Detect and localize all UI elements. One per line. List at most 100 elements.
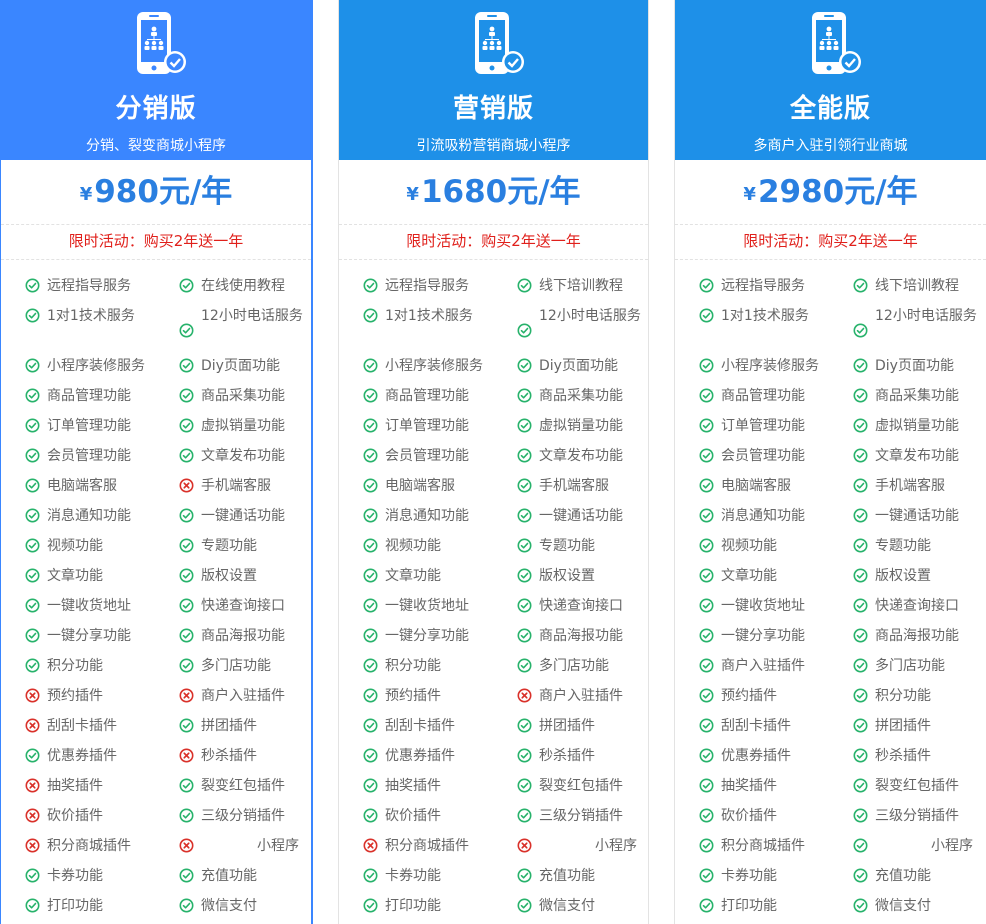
check-circle-icon <box>853 418 868 433</box>
feature-item: 专题功能 <box>179 536 303 556</box>
feature-item: 远程指导服务 <box>363 276 503 296</box>
feature-item: Diy页面功能 <box>517 356 641 376</box>
currency-symbol: ¥ <box>743 184 756 205</box>
feature-label: 文章发布功能 <box>201 448 285 464</box>
feature-item: 一键通话功能 <box>179 506 303 526</box>
x-circle-icon <box>25 808 40 823</box>
check-circle-icon <box>179 568 194 583</box>
feature-item: 虚拟销量功能 <box>179 416 303 436</box>
feature-row: 远程指导服务 线下培训教程 <box>675 276 986 306</box>
feature-label: 秒杀插件 <box>875 748 931 764</box>
feature-label: 打印功能 <box>385 898 441 914</box>
feature-item: 裂变红包插件 <box>517 776 641 796</box>
feature-list: 远程指导服务 线下培训教程 1对1技术服务 12小时电话服务 小程序装修服务 Diy页面功… <box>675 276 986 924</box>
feature-label: 文章功能 <box>385 568 441 584</box>
feature-item: 三级分销插件 <box>517 806 641 826</box>
feature-item: 专题功能 <box>853 536 977 556</box>
feature-label: 商品管理功能 <box>47 388 131 404</box>
feature-label: 文章发布功能 <box>875 448 959 464</box>
feature-label: 消息通知功能 <box>47 508 131 524</box>
feature-label: 微信支付 <box>875 898 931 914</box>
check-circle-icon <box>25 478 40 493</box>
feature-item: 积分功能 <box>853 686 977 706</box>
pricing-card-3[interactable]: 全能版 多商户入驻引领行业商城 ¥2980元/年 限时活动：购买2年送一年 远程… <box>674 0 986 924</box>
check-circle-icon <box>853 718 868 733</box>
feature-item: 砍价插件 <box>363 806 503 826</box>
x-circle-icon <box>517 838 532 853</box>
feature-label: 小程序装修服务 <box>385 358 483 374</box>
feature-item: 积分功能 <box>25 656 165 676</box>
feature-row: 一键分享功能 商品海报功能 <box>1 626 311 656</box>
feature-row: 卡券功能 充值功能 <box>339 866 648 896</box>
check-circle-icon <box>363 628 378 643</box>
feature-item: 会员管理功能 <box>363 446 503 466</box>
feature-item: 充值功能 <box>517 866 641 886</box>
feature-row: 优惠券插件 秒杀插件 <box>339 746 648 776</box>
feature-label: 版权设置 <box>539 568 595 584</box>
feature-row: 视频功能 专题功能 <box>339 536 648 566</box>
feature-label: 拼团插件 <box>875 718 931 734</box>
feature-label: 小程序装修服务 <box>47 358 145 374</box>
feature-label: 一键收货地址 <box>47 598 131 614</box>
feature-item: 微信支付 <box>517 896 641 916</box>
feature-row: 视频功能 专题功能 <box>675 536 986 566</box>
feature-row: 打印功能 微信支付 <box>675 896 986 924</box>
x-circle-icon <box>179 838 194 853</box>
feature-item: 卡券功能 <box>25 866 165 886</box>
feature-item: 虚拟销量功能 <box>517 416 641 436</box>
feature-row: 砍价插件 三级分销插件 <box>339 806 648 836</box>
feature-item: 商品采集功能 <box>853 386 977 406</box>
feature-label: 手机端客服 <box>539 478 609 494</box>
feature-item: 抽奖插件 <box>25 776 165 796</box>
feature-item: 商品管理功能 <box>25 386 165 406</box>
check-circle-icon <box>699 358 714 373</box>
check-circle-icon <box>25 628 40 643</box>
feature-item: 充值功能 <box>853 866 977 886</box>
feature-label: 小程序 <box>595 838 637 854</box>
plan-name: 营销版 <box>452 94 534 124</box>
feature-row: 商户入驻插件 多门店功能 <box>675 656 986 686</box>
feature-item: 多门店功能 <box>853 656 977 676</box>
feature-item: 打印功能 <box>25 896 165 916</box>
x-circle-icon <box>25 778 40 793</box>
feature-item: 商品海报功能 <box>517 626 641 646</box>
feature-row: 订单管理功能 虚拟销量功能 <box>339 416 648 446</box>
feature-item: 商品管理功能 <box>699 386 839 406</box>
feature-row: 抽奖插件 裂变红包插件 <box>675 776 986 806</box>
check-circle-icon <box>25 418 40 433</box>
pricing-card-2[interactable]: 营销版 引流吸粉营销商城小程序 ¥1680元/年 限时活动：购买2年送一年 远程… <box>338 0 649 924</box>
feature-row: 抽奖插件 裂变红包插件 <box>339 776 648 806</box>
feature-item: 版权设置 <box>517 566 641 586</box>
feature-label: 优惠券插件 <box>721 748 791 764</box>
feature-label: 手机端客服 <box>875 478 945 494</box>
feature-item: 消息通知功能 <box>699 506 839 526</box>
feature-label: 商品管理功能 <box>385 388 469 404</box>
feature-item: 文章发布功能 <box>517 446 641 466</box>
feature-label: 打印功能 <box>721 898 777 914</box>
feature-item: 线下培训教程 <box>853 276 977 296</box>
check-circle-icon <box>517 478 532 493</box>
phone-network-icon <box>137 12 186 74</box>
check-circle-icon <box>25 448 40 463</box>
feature-label: 刮刮卡插件 <box>721 718 791 734</box>
pricing-card-1[interactable]: 分销版 分销、裂变商城小程序 ¥980元/年 限时活动：购买2年送一年 远程指导… <box>0 0 313 924</box>
check-circle-icon <box>853 538 868 553</box>
check-circle-icon <box>179 598 194 613</box>
feature-label: 1对1技术服务 <box>385 308 473 324</box>
check-circle-icon <box>517 898 532 913</box>
feature-row: 一键收货地址 快递查询接口 <box>1 596 311 626</box>
plan-name: 分销版 <box>115 94 197 124</box>
feature-label: 刮刮卡插件 <box>385 718 455 734</box>
check-circle-icon <box>179 278 194 293</box>
feature-label: 专题功能 <box>875 538 931 554</box>
feature-item: 积分功能 <box>363 656 503 676</box>
check-circle-icon <box>699 508 714 523</box>
feature-label: 1对1技术服务 <box>721 308 809 324</box>
check-circle-icon <box>363 748 378 763</box>
x-circle-icon <box>363 838 378 853</box>
feature-item: 电脑端客服 <box>363 476 503 496</box>
feature-item: 卡券功能 <box>699 866 839 886</box>
feature-row: 远程指导服务 在线使用教程 <box>1 276 311 306</box>
feature-item: 快递查询接口 <box>853 596 977 616</box>
feature-label: 预约插件 <box>721 688 777 704</box>
